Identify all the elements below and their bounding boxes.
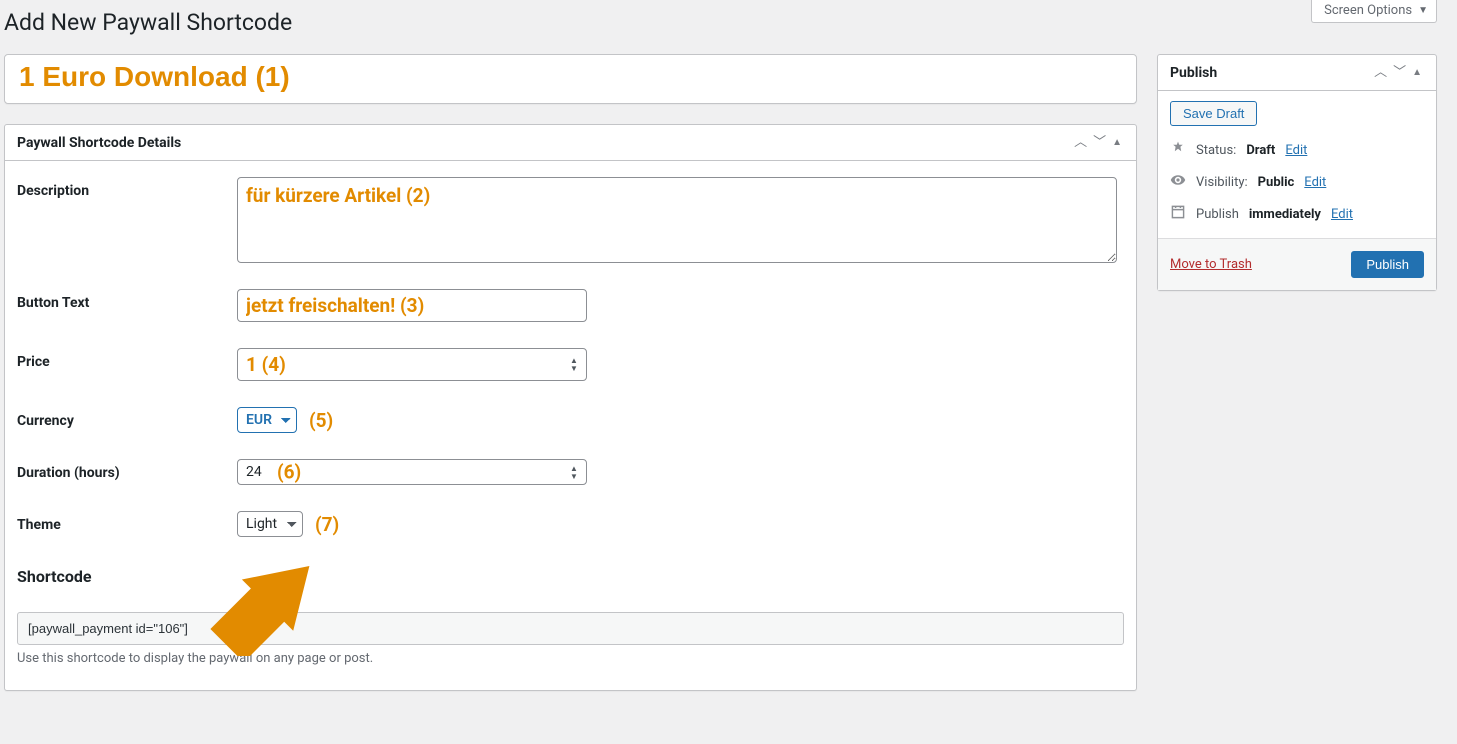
shortcode-details-panel: Paywall Shortcode Details ︿ ﹀ ▲ Descript… bbox=[4, 124, 1137, 691]
move-to-trash-link[interactable]: Move to Trash bbox=[1170, 257, 1252, 272]
field-row-duration: Duration (hours) (6) ▲▼ bbox=[17, 459, 1124, 485]
panel-body: Description für kürzere Artikel (2) Butt… bbox=[5, 161, 1136, 690]
schedule-edit-link[interactable]: Edit bbox=[1331, 207, 1353, 222]
field-row-theme: Theme Light (7) bbox=[17, 511, 1124, 537]
schedule-label: Publish bbox=[1196, 207, 1239, 222]
side-column: Publish ︿ ﹀ ▲ Save Draft S bbox=[1157, 54, 1437, 311]
theme-label: Theme bbox=[17, 511, 237, 533]
schedule-row: Publish immediately Edit bbox=[1170, 204, 1424, 224]
status-label: Status: bbox=[1196, 143, 1236, 158]
field-row-currency: Currency EUR (5) bbox=[17, 407, 1124, 433]
screen-options-tab[interactable]: Screen Options ▼ bbox=[1311, 0, 1437, 23]
chevron-down-icon: ▼ bbox=[1418, 5, 1428, 16]
post-title-input[interactable] bbox=[5, 55, 1136, 103]
annotation-7: (7) bbox=[315, 513, 339, 536]
visibility-value: Public bbox=[1258, 175, 1295, 190]
page-title: Add New Paywall Shortcode bbox=[4, 0, 1437, 54]
description-textarea[interactable]: für kürzere Artikel (2) bbox=[237, 177, 1117, 263]
theme-select[interactable]: Light bbox=[237, 511, 303, 537]
panel-toggle-icon[interactable]: ▲ bbox=[1410, 68, 1424, 78]
field-row-price: Price ▲▼ bbox=[17, 348, 1124, 381]
panel-handle-actions: ︿ ﹀ ▲ bbox=[1072, 136, 1124, 149]
publish-header: Publish ︿ ﹀ ▲ bbox=[1158, 55, 1436, 91]
button-text-input[interactable] bbox=[237, 289, 587, 322]
visibility-row: Visibility: Public Edit bbox=[1170, 172, 1424, 192]
order-up-icon[interactable]: ︿ bbox=[1072, 136, 1089, 149]
order-down-icon[interactable]: ﹀ bbox=[1091, 136, 1108, 149]
shortcode-block: Shortcode Use this shortcode to display … bbox=[17, 567, 1124, 666]
publish-meta: Status: Draft Edit Visibility: Public Ed… bbox=[1170, 140, 1424, 238]
publish-body: Save Draft Status: Draft Edit bbox=[1158, 91, 1436, 238]
panel-toggle-icon[interactable]: ▲ bbox=[1110, 138, 1124, 148]
publish-actions: Move to Trash Publish bbox=[1158, 238, 1436, 290]
panel-heading: Paywall Shortcode Details bbox=[17, 135, 181, 151]
screen-options-label: Screen Options bbox=[1324, 3, 1412, 18]
order-down-icon[interactable]: ﹀ bbox=[1391, 66, 1408, 79]
currency-label: Currency bbox=[17, 407, 237, 429]
price-input[interactable] bbox=[237, 348, 587, 381]
button-text-label: Button Text bbox=[17, 289, 237, 311]
publish-panel: Publish ︿ ﹀ ▲ Save Draft S bbox=[1157, 54, 1437, 291]
schedule-value: immediately bbox=[1249, 207, 1321, 222]
panel-handle-actions: ︿ ﹀ ▲ bbox=[1372, 66, 1424, 79]
visibility-edit-link[interactable]: Edit bbox=[1304, 175, 1326, 190]
main-column: Paywall Shortcode Details ︿ ﹀ ▲ Descript… bbox=[4, 54, 1137, 711]
shortcode-hint: Use this shortcode to display the paywal… bbox=[17, 651, 1124, 666]
panel-header: Paywall Shortcode Details ︿ ﹀ ▲ bbox=[5, 125, 1136, 161]
shortcode-label: Shortcode bbox=[17, 567, 1124, 586]
publish-button[interactable]: Publish bbox=[1351, 251, 1424, 278]
shortcode-output[interactable] bbox=[17, 612, 1124, 645]
status-row: Status: Draft Edit bbox=[1170, 140, 1424, 160]
post-title-wrap bbox=[4, 54, 1137, 104]
order-up-icon[interactable]: ︿ bbox=[1372, 66, 1389, 79]
description-label: Description bbox=[17, 177, 237, 199]
currency-select[interactable]: EUR bbox=[237, 407, 297, 433]
pin-icon bbox=[1170, 140, 1186, 160]
duration-label: Duration (hours) bbox=[17, 459, 237, 481]
status-edit-link[interactable]: Edit bbox=[1285, 143, 1307, 158]
annotation-5: (5) bbox=[309, 409, 333, 432]
price-label: Price bbox=[17, 348, 237, 370]
status-value: Draft bbox=[1246, 143, 1275, 158]
field-row-button-text: Button Text bbox=[17, 289, 1124, 322]
eye-icon bbox=[1170, 172, 1186, 192]
field-row-description: Description für kürzere Artikel (2) bbox=[17, 177, 1124, 263]
visibility-label: Visibility: bbox=[1196, 175, 1248, 190]
calendar-icon bbox=[1170, 204, 1186, 224]
save-draft-button[interactable]: Save Draft bbox=[1170, 101, 1257, 126]
duration-input[interactable] bbox=[237, 459, 587, 485]
publish-heading: Publish bbox=[1170, 65, 1217, 81]
